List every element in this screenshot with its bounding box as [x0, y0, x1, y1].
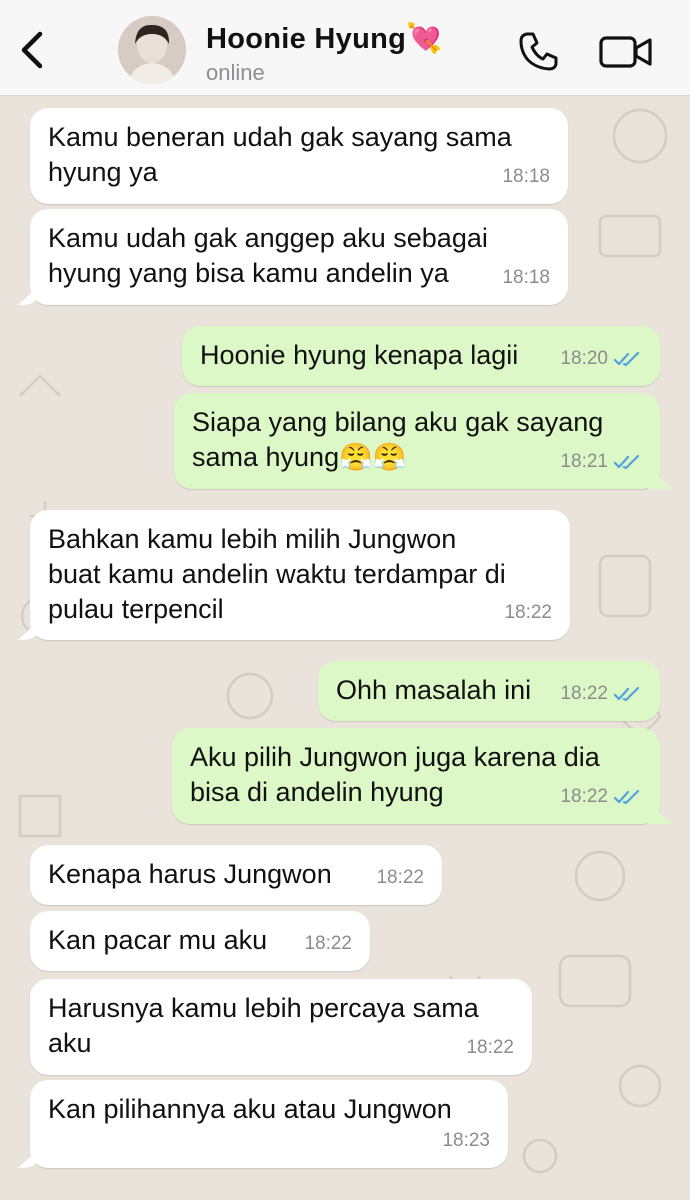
message-time: 18:23	[442, 1130, 490, 1151]
message-text: Harusnya kamu lebih percaya sama aku	[48, 993, 479, 1058]
message-text: Kan pilihannya aku atau Jungwon	[48, 1094, 452, 1124]
message-time: 18:21	[560, 451, 608, 472]
incoming-message[interactable]: Kamu udah gak anggep aku sebagai hyung y…	[30, 209, 568, 305]
incoming-message[interactable]: Harusnya kamu lebih percaya sama aku 18:2…	[30, 979, 532, 1075]
message-time: 18:22	[376, 867, 424, 888]
message-text: Kamu udah gak anggep aku sebagai hyung y…	[48, 223, 488, 288]
outgoing-message[interactable]: Aku pilih Jungwon juga karena dia bisa d…	[172, 728, 660, 824]
chevron-left-icon[interactable]	[14, 28, 50, 72]
message-time: 18:22	[466, 1037, 514, 1058]
message-meta: 18:20	[560, 341, 642, 376]
message-time: 18:22	[560, 683, 608, 704]
incoming-message[interactable]: Kan pilihannya aku atau Jungwon 18:23	[30, 1080, 508, 1168]
incoming-message[interactable]: Kan pacar mu aku 18:22	[30, 911, 370, 971]
message-text: Kenapa harus Jungwon	[48, 859, 332, 889]
message-meta: 18:22	[304, 926, 352, 961]
avatar[interactable]	[118, 16, 186, 84]
read-receipt-icon	[614, 454, 640, 469]
read-receipt-icon	[614, 351, 640, 366]
read-receipt-icon	[614, 789, 640, 804]
message-meta: 18:18	[502, 159, 550, 194]
outgoing-message[interactable]: Siapa yang bilang aku gak sayang sama hy…	[174, 393, 660, 489]
message-meta: 18:18	[502, 260, 550, 295]
chat-header: Hoonie Hyung💘 online	[0, 0, 690, 96]
message-meta: 18:22	[466, 1030, 514, 1065]
message-time: 18:22	[304, 933, 352, 954]
message-time: 18:18	[502, 267, 550, 288]
message-text: Bahkan kamu lebih milih Jungwon buat kam…	[48, 524, 506, 624]
outgoing-message[interactable]: Ohh masalah ini 18:22	[318, 661, 660, 721]
incoming-message[interactable]: Bahkan kamu lebih milih Jungwon buat kam…	[30, 510, 570, 640]
contact-status: online	[206, 60, 265, 85]
message-meta: 18:22	[560, 676, 642, 711]
message-meta: 18:23	[442, 1123, 490, 1158]
chat-area[interactable]: Kamu beneran udah gak sayang sama hyung …	[0, 96, 690, 1200]
read-receipt-icon	[614, 686, 640, 701]
message-text: Kamu beneran udah gak sayang sama hyung …	[48, 122, 512, 187]
message-time: 18:20	[560, 348, 608, 369]
message-meta: 18:22	[504, 595, 552, 630]
message-meta: 18:22	[560, 779, 642, 814]
incoming-message[interactable]: Kamu beneran udah gak sayang sama hyung …	[30, 108, 568, 204]
message-time: 18:22	[560, 786, 608, 807]
incoming-message[interactable]: Kenapa harus Jungwon 18:22	[30, 845, 442, 905]
video-camera-icon[interactable]	[598, 32, 654, 72]
message-time: 18:22	[504, 602, 552, 623]
message-meta: 18:22	[376, 860, 424, 895]
outgoing-message[interactable]: Hoonie hyung kenapa lagii 18:20	[182, 326, 660, 386]
contact-name[interactable]: Hoonie Hyung💘	[206, 22, 443, 56]
message-time: 18:18	[502, 166, 550, 187]
phone-icon[interactable]	[518, 30, 560, 72]
message-meta: 18:21	[560, 444, 642, 479]
